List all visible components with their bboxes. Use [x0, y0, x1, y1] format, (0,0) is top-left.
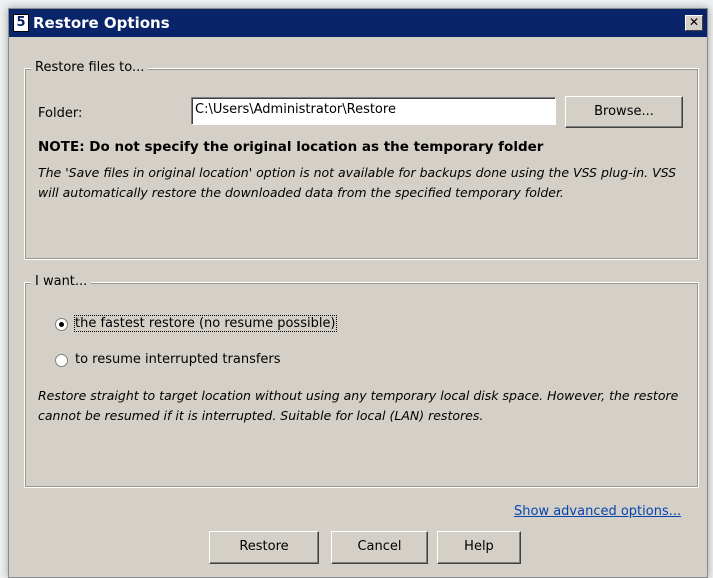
radio-selected-dot	[59, 322, 64, 327]
restore-files-group: Restore files to... Folder: C:\Users\Adm…	[24, 60, 699, 260]
restore-options-dialog: 5 Restore Options ✕ Restore files to... …	[8, 8, 708, 578]
cancel-button[interactable]: Cancel	[331, 531, 428, 564]
vss-description: The 'Save files in original location' op…	[38, 165, 677, 200]
folder-input[interactable]: C:\Users\Administrator\Restore	[191, 97, 556, 125]
restore-button[interactable]: Restore	[209, 531, 319, 564]
note-text: NOTE: Do not specify the original locati…	[38, 139, 544, 155]
restore-mode-description: Restore straight to target location with…	[38, 388, 679, 423]
resume-option-label[interactable]: to resume interrupted transfers	[75, 352, 281, 367]
close-icon: ✕	[688, 15, 700, 29]
folder-label: Folder:	[38, 106, 83, 121]
fastest-radio[interactable]	[55, 318, 68, 331]
i-want-legend: I want...	[31, 274, 92, 290]
restore-files-legend: Restore files to...	[31, 60, 149, 76]
i-want-group: I want... the fastest restore (no resume…	[24, 274, 699, 488]
help-button[interactable]: Help	[437, 531, 521, 564]
resume-radio[interactable]	[55, 354, 68, 367]
show-advanced-options-link[interactable]: Show advanced options...	[514, 504, 681, 519]
browse-button[interactable]: Browse...	[565, 96, 683, 128]
app-icon: 5	[13, 14, 29, 32]
fastest-option-label[interactable]: the fastest restore (no resume possible)	[74, 315, 337, 332]
close-button[interactable]: ✕	[685, 15, 703, 31]
title-bar: 5 Restore Options ✕	[9, 9, 707, 37]
dialog-title: Restore Options	[33, 14, 170, 32]
